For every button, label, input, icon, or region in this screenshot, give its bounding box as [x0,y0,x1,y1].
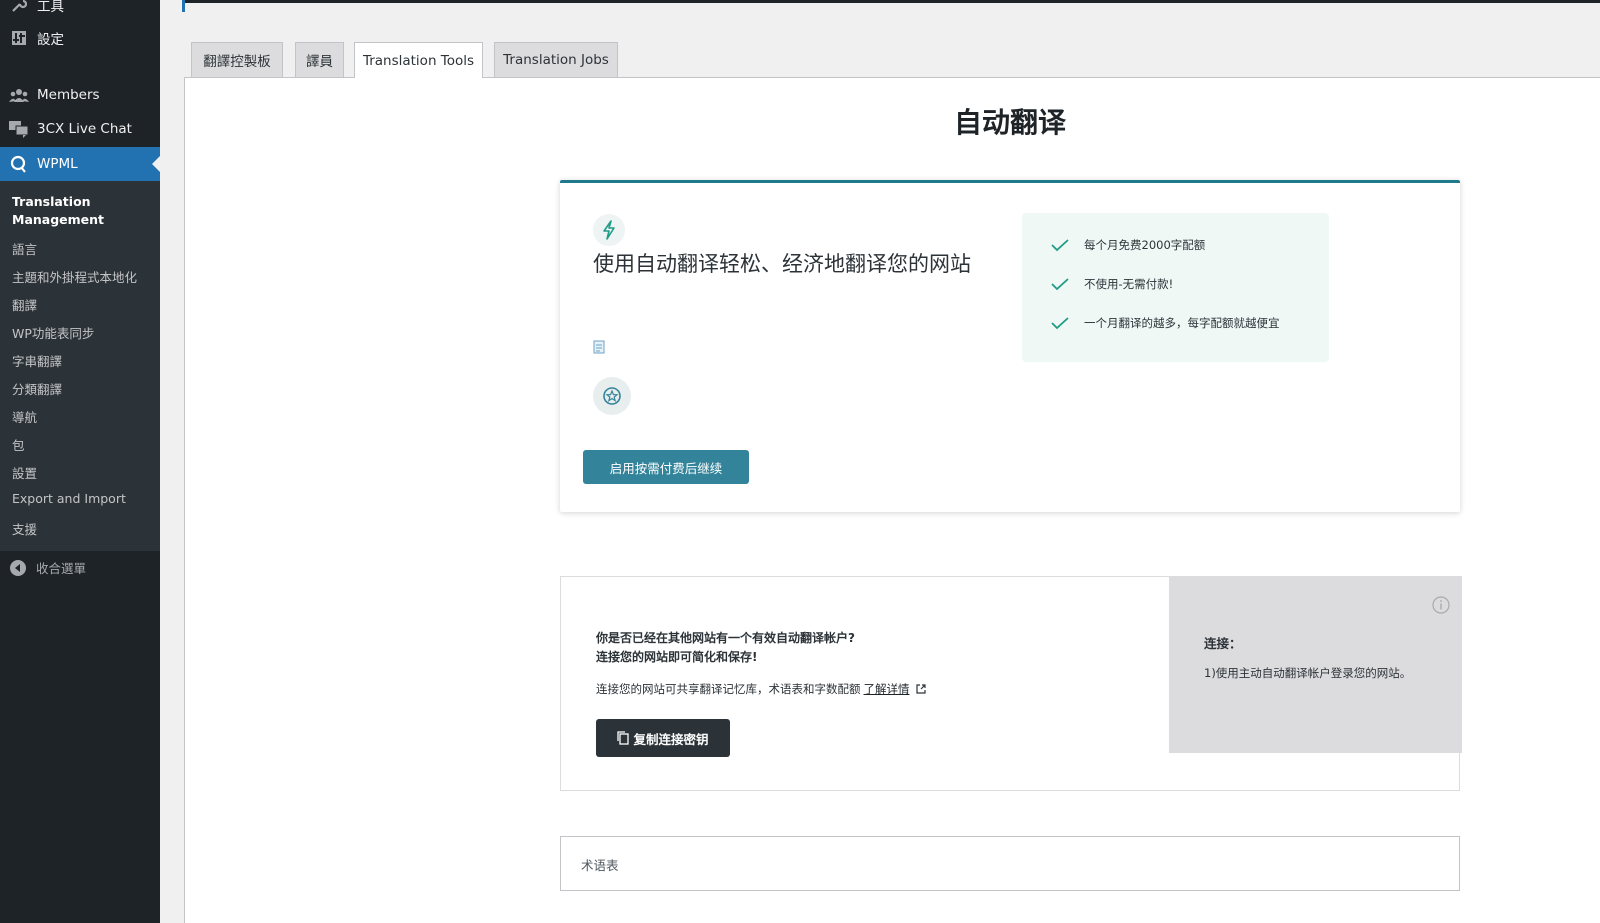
lightning-bolt-icon [593,214,625,246]
connect-question-line2: 连接您的网站即可简化和保存! [596,650,758,664]
benefit-text: 每个月免费2000字配额 [1084,238,1206,252]
page-title: 自动翻译 [953,106,1066,139]
connect-instructions-panel: 连接： 1)使用主动自动翻译帐户登录您的网站。 [1169,576,1462,753]
collapse-menu-button[interactable]: 收合選單 [10,558,86,577]
star-badge-icon [593,377,631,415]
copy-icon [617,731,630,745]
connect-steps-title: 连接： [1204,636,1242,651]
connect-account-card: 你是否已经在其他网站有一个有效自动翻译帐户? 连接您的网站即可简化和保存! 连接… [560,576,1462,791]
submenu-support[interactable]: 支援 [12,519,37,538]
benefit-item: 每个月免费2000字配额 [1050,237,1205,253]
copy-connection-key-button[interactable]: 复制连接密钥 [596,719,730,757]
menu-item-settings[interactable]: 設定 [0,21,160,55]
connect-description-text: 连接您的网站可共享翻译记忆库，术语表和字数配额 [596,682,861,696]
members-group-icon [9,85,29,105]
submenu-wp-menus-sync[interactable]: WP功能表同步 [12,323,94,342]
wpml-logo-icon [9,154,29,174]
benefit-text: 不使用-无需付款! [1084,277,1174,291]
glossary-card[interactable]: 术语表 [560,836,1460,891]
menu-item-3cx-live-chat[interactable]: 3CX Live Chat [0,112,160,146]
submenu-settings[interactable]: 設置 [12,463,37,482]
submenu-languages[interactable]: 語言 [12,239,37,258]
connect-steps-text: 1)使用主动自动翻译帐户登录您的网站。 [1204,666,1412,680]
external-link-icon [915,684,926,694]
submenu-theme-plugin-localization[interactable]: 主題和外掛程式本地化 [12,267,137,286]
benefit-text: 一个月翻译的越多，每字配额就越便宜 [1084,316,1280,330]
tab-translation-jobs[interactable]: Translation Jobs [494,42,618,77]
connect-description: 连接您的网站可共享翻译记忆库，术语表和字数配额 了解详情 [596,681,926,697]
menu-item-label: 工具 [37,0,64,15]
benefit-item: 不使用-无需付款! [1050,276,1173,292]
wpml-submenu: Translation Management 語言 主題和外掛程式本地化 翻譯 … [0,181,160,551]
collapse-arrow-icon [10,559,26,576]
admin-bar-accent [182,0,185,12]
menu-item-label: WPML [37,156,78,172]
benefit-item: 一个月翻译的越多，每字配额就越便宜 [1050,315,1280,331]
menu-item-label: Members [37,87,100,103]
auto-translate-heading: 使用自动翻译轻松、经济地翻译您的网站 [593,252,971,276]
menu-item-label: 3CX Live Chat [37,121,132,137]
learn-more-link[interactable]: 了解详情 [864,681,910,697]
submenu-export-import[interactable]: Export and Import [12,491,126,506]
admin-sidebar: 工具 設定 Members 3CX Live Chat WPML Transla… [0,0,160,923]
collapse-menu-label: 收合選單 [36,561,87,576]
menu-item-wpml[interactable]: WPML [0,147,160,181]
menu-item-label: 設定 [37,32,64,48]
checkmark-icon [1050,238,1070,252]
menu-item-members[interactable]: Members [0,78,160,112]
tab-translation-tools[interactable]: Translation Tools [354,42,483,78]
info-icon[interactable] [1432,596,1450,618]
checkmark-icon [1050,316,1070,330]
document-icon [593,339,605,358]
enable-pay-as-you-go-button[interactable]: 启用按需付费后继续 [583,450,749,484]
admin-bar-edge [182,0,1600,3]
checkmark-icon [1050,277,1070,291]
submenu-taxonomy-translation[interactable]: 分類翻譯 [12,379,62,398]
submenu-translation-management[interactable]: Translation Management [12,193,142,229]
menu-item-tools[interactable]: 工具 [0,0,160,22]
submenu-string-translation[interactable]: 字串翻譯 [12,351,62,370]
connect-question: 你是否已经在其他网站有一个有效自动翻译帐户? 连接您的网站即可简化和保存! [596,629,855,667]
settings-sliders-icon [9,28,29,48]
submenu-packages[interactable]: 包 [12,435,25,454]
benefits-list: 每个月免费2000字配额 不使用-无需付款! 一个月翻译的越多，每字配额就越便宜 [1022,213,1329,362]
auto-translate-card: 使用自动翻译轻松、经济地翻译您的网站 启用按需付费后继续 每个月免费2000字配… [560,180,1460,512]
tab-translation-dashboard[interactable]: 翻譯控製板 [191,42,283,77]
connect-question-line1: 你是否已经在其他网站有一个有效自动翻译帐户? [596,631,855,645]
wrench-icon [9,0,29,15]
submenu-translations[interactable]: 翻譯 [12,295,37,314]
chat-bubbles-icon [9,119,29,139]
copy-button-label: 复制连接密钥 [633,731,709,747]
glossary-label: 术语表 [581,858,619,873]
submenu-navigation[interactable]: 導航 [12,407,37,426]
tab-translators[interactable]: 譯員 [295,42,344,77]
